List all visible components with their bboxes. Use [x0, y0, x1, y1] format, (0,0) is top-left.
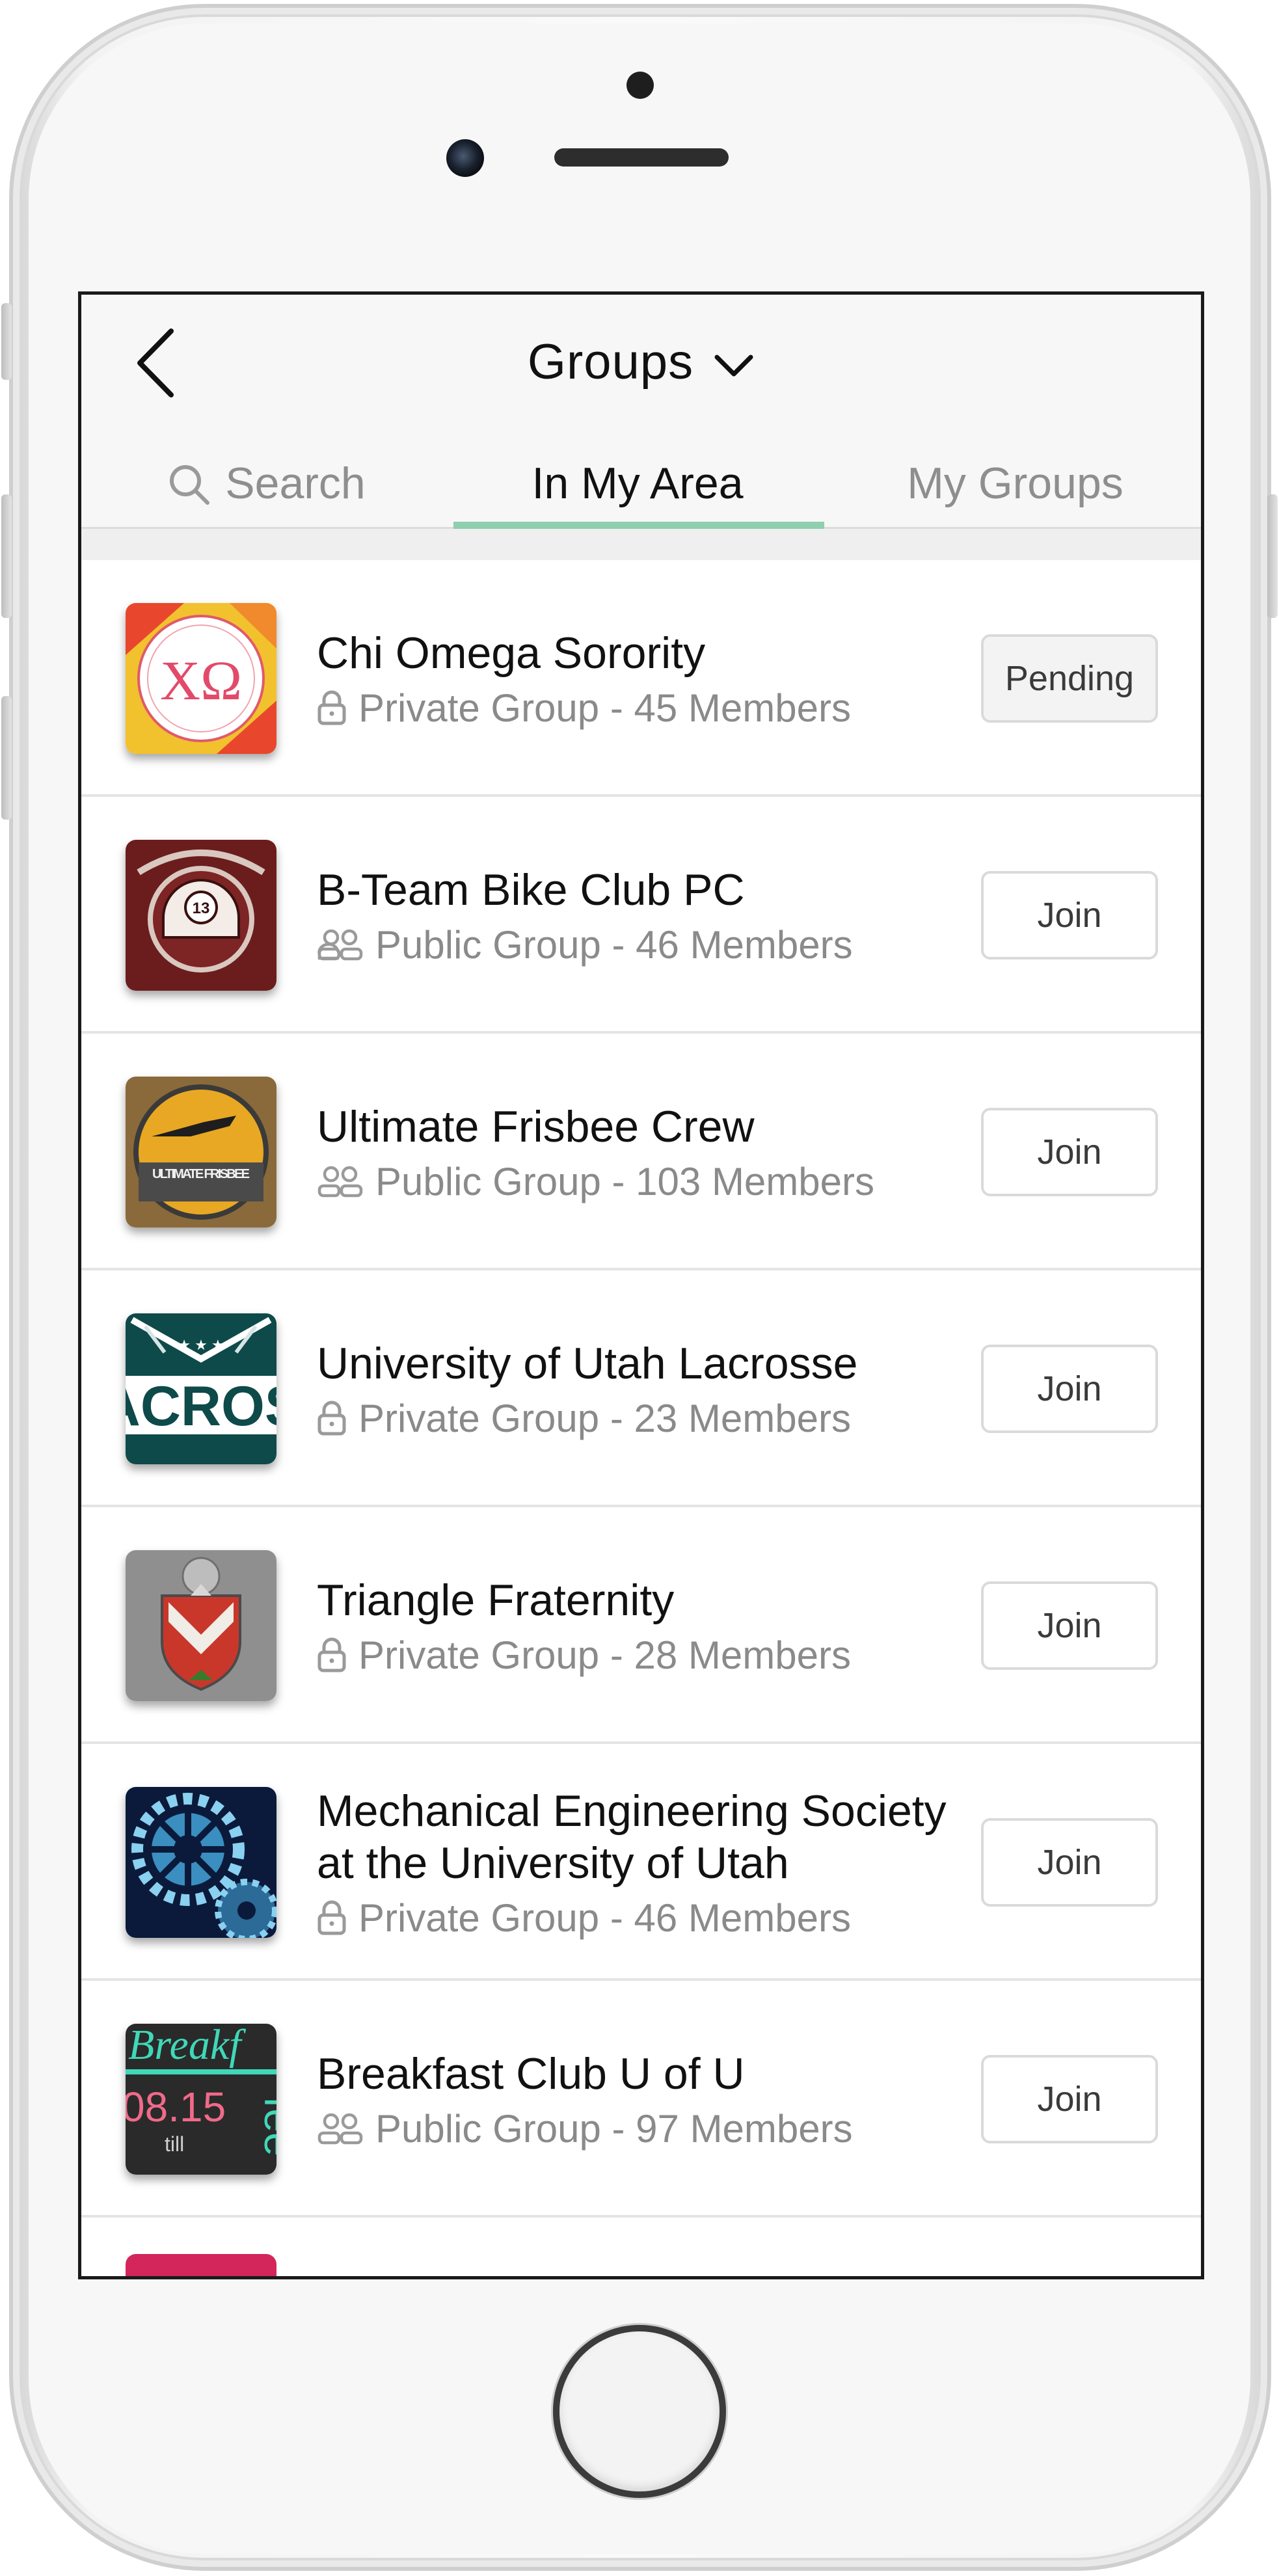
group-info: Ultimate Frisbee Crew Public Group - 103…	[317, 1034, 987, 1270]
group-privacy-members: Private Group - 28 Members	[358, 1633, 851, 1677]
join-button[interactable]: Join	[981, 2055, 1158, 2143]
list-item[interactable]: Triangle Fraternity Private Group - 28 M…	[81, 1507, 1201, 1744]
app-screen: Groups Search In My Area My Groups ΧΩ Ch…	[78, 291, 1204, 2279]
group-privacy-members: Public Group - 46 Members	[375, 922, 853, 967]
group-name: Chi Omega Sorority	[317, 628, 706, 678]
group-meta: Private Group - 23 Members	[317, 1396, 987, 1441]
group-privacy-members: Private Group - 46 Members	[358, 1896, 851, 1940]
volume-down-button	[1, 696, 12, 820]
group-info: Breakfast Club U of U Public Group - 97 …	[317, 1981, 987, 2218]
join-button[interactable]: Join	[981, 1345, 1158, 1433]
earpiece-speaker	[554, 148, 729, 167]
group-meta: Private Group - 28 Members	[317, 1633, 987, 1678]
navigation-bar: Groups Search In My Area My Groups	[81, 295, 1201, 529]
group-meta: Public Group - 103 Members	[317, 1159, 987, 1204]
group-info: Chi Omega Sorority Private Group - 45 Me…	[317, 560, 987, 797]
people-icon	[317, 928, 364, 961]
home-button[interactable]	[553, 2325, 726, 2498]
tab-bar: Search In My Area My Groups	[81, 438, 1201, 529]
list-item[interactable]: ★ ★ ★ ACROS University of Utah Lacrosse	[81, 1270, 1201, 1507]
proximity-sensor	[626, 72, 654, 99]
active-tab-indicator	[453, 522, 824, 529]
join-button[interactable]: Join	[981, 871, 1158, 959]
tab-in-my-area[interactable]: In My Area	[452, 438, 823, 529]
group-privacy-members: Public Group - 97 Members	[375, 2106, 853, 2151]
lock-icon	[317, 1400, 347, 1436]
group-privacy-members: Public Group - 103 Members	[375, 1159, 874, 1203]
lock-icon	[317, 1637, 347, 1673]
group-logo-triangle-fraternity	[126, 1550, 276, 1701]
group-logo-ultimate-frisbee: ULTIMATE FRISBEE	[126, 1077, 276, 1228]
list-item[interactable]: ULTIMATE FRISBEE Ultimate Frisbee Crew P…	[81, 1034, 1201, 1270]
volume-up-button	[1, 494, 12, 618]
power-button	[1267, 494, 1278, 618]
group-name: University of Utah Lacrosse	[317, 1338, 858, 1388]
mute-switch	[1, 303, 12, 380]
svg-text:fee: fee	[256, 2097, 276, 2156]
group-logo-breakfast-club: Breakf 08.15 till fee	[126, 2024, 276, 2175]
tab-in-my-area-label: In My Area	[532, 459, 744, 508]
group-info: B-Team Bike Club PC Public Group - 46 Me…	[317, 797, 987, 1034]
group-logo-text: ULTIMATE FRISBEE	[152, 1167, 250, 1181]
svg-text:Breakf: Breakf	[128, 2024, 246, 2069]
lock-icon	[317, 690, 347, 726]
group-info: Triangle Fraternity Private Group - 28 M…	[317, 1507, 987, 1744]
group-privacy-members: Private Group - 23 Members	[358, 1396, 851, 1440]
tab-search-label: Search	[225, 459, 366, 508]
group-logo-utah-lacrosse: ★ ★ ★ ACROS	[126, 1313, 276, 1464]
svg-text:★ ★ ★: ★ ★ ★	[178, 1337, 224, 1353]
tab-my-groups-label: My Groups	[907, 459, 1124, 508]
group-name: Ultimate Frisbee Crew	[317, 1101, 755, 1151]
list-item[interactable]: Mechanical Engineering Society at the Un…	[81, 1744, 1201, 1981]
tab-search[interactable]: Search	[81, 438, 452, 529]
people-icon	[317, 2112, 364, 2145]
group-name: Mechanical Engineering Society at the Un…	[317, 1786, 947, 1888]
group-meta: Public Group - 46 Members	[317, 922, 987, 967]
page-title: Groups	[527, 334, 694, 390]
list-item[interactable]: 13 B-Team Bike Club PC Public Group - 46…	[81, 797, 1201, 1034]
group-logo-b-team-bike-club: 13	[126, 840, 276, 991]
group-logo-text: ACROS	[126, 1375, 276, 1438]
group-info: Mechanical Engineering Society at the Un…	[317, 1744, 987, 1981]
search-icon	[170, 465, 210, 505]
group-name: B-Team Bike Club PC	[317, 865, 745, 915]
pending-button[interactable]: Pending	[981, 634, 1158, 723]
front-camera	[446, 139, 484, 177]
list-item-partial	[81, 2218, 1201, 2276]
tab-my-groups[interactable]: My Groups	[823, 438, 1201, 529]
svg-text:08.15: 08.15	[126, 2084, 226, 2130]
group-logo-text: 13	[193, 900, 210, 917]
group-meta: Private Group - 46 Members	[317, 1896, 987, 1940]
group-logo-chi-omega: ΧΩ	[126, 603, 276, 754]
group-privacy-members: Private Group - 45 Members	[358, 686, 851, 730]
group-logo-text: ΧΩ	[160, 649, 242, 712]
svg-text:till: till	[165, 2132, 184, 2156]
group-meta: Private Group - 45 Members	[317, 686, 987, 731]
group-logo-partial	[126, 2254, 276, 2276]
group-name: Triangle Fraternity	[317, 1575, 675, 1625]
groups-title-dropdown[interactable]: Groups	[81, 334, 1201, 390]
join-button[interactable]: Join	[981, 1581, 1158, 1670]
list-item[interactable]: ΧΩ Chi Omega Sorority Private Group - 45…	[81, 560, 1201, 797]
group-info: University of Utah Lacrosse Private Grou…	[317, 1270, 987, 1507]
join-button[interactable]: Join	[981, 1108, 1158, 1196]
lock-icon	[317, 1899, 347, 1936]
chevron-down-icon	[714, 355, 753, 376]
list-item[interactable]: Breakf 08.15 till fee Breakfast Club U o…	[81, 1981, 1201, 2218]
people-icon	[317, 1165, 364, 1198]
group-logo-mechanical-engineering	[126, 1787, 276, 1938]
join-button[interactable]: Join	[981, 1818, 1158, 1907]
groups-list: ΧΩ Chi Omega Sorority Private Group - 45…	[81, 560, 1201, 2276]
group-name: Breakfast Club U of U	[317, 2048, 745, 2099]
group-meta: Public Group - 97 Members	[317, 2106, 987, 2151]
